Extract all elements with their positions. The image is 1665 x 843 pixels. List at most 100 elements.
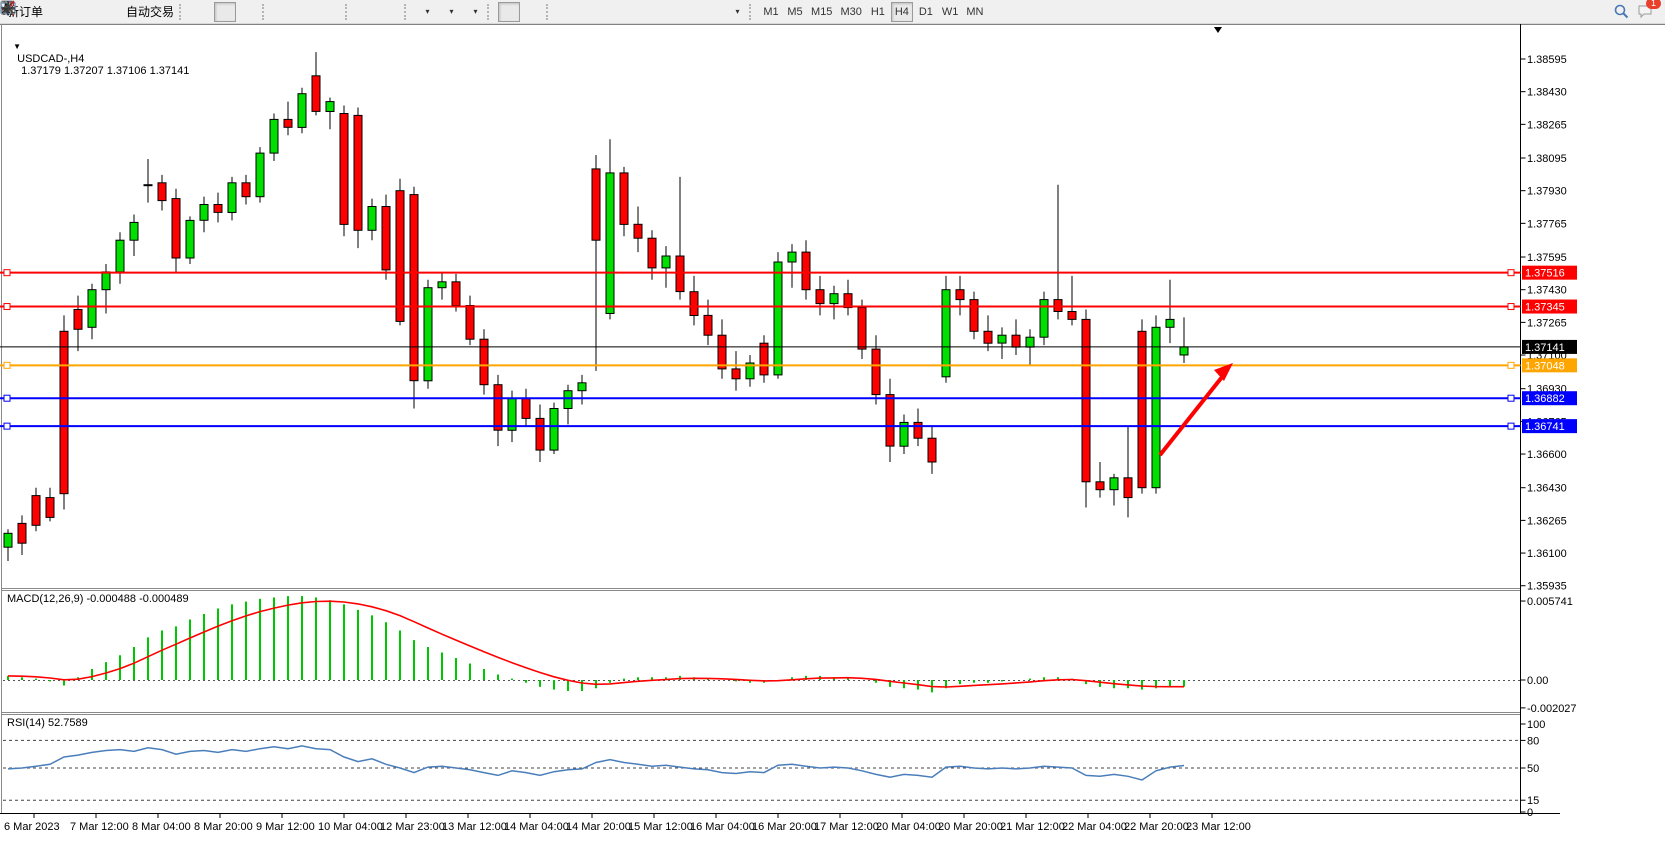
- line-handle[interactable]: [1508, 423, 1514, 429]
- candle: [298, 94, 306, 128]
- cursor-icon[interactable]: [498, 2, 520, 22]
- line-handle[interactable]: [4, 362, 10, 368]
- candle: [676, 256, 684, 292]
- candle: [32, 496, 40, 526]
- dropdown-arrow-icon[interactable]: ▾: [450, 7, 454, 16]
- line-handle[interactable]: [1508, 362, 1514, 368]
- text-icon[interactable]: A: [677, 2, 699, 22]
- candle: [1180, 347, 1188, 355]
- chart-shift-marker[interactable]: [1214, 27, 1222, 33]
- channel-icon[interactable]: [629, 2, 651, 22]
- timeframe-d1-button[interactable]: D1: [915, 2, 937, 22]
- candle: [998, 335, 1006, 343]
- dropdown-arrow-icon[interactable]: ▾: [736, 7, 740, 16]
- mt4-window: { "toolbar": { "new_order_label": "新订单",…: [0, 0, 1665, 843]
- candle: [116, 240, 124, 272]
- svg-text:1.38265: 1.38265: [1527, 119, 1567, 131]
- candle: [844, 294, 852, 308]
- candle: [634, 224, 642, 238]
- svg-text:15: 15: [1527, 795, 1539, 807]
- line-chart-icon[interactable]: [238, 2, 260, 22]
- line-handle[interactable]: [1508, 304, 1514, 310]
- dropdown-arrow-icon[interactable]: ▾: [426, 7, 430, 16]
- candle: [984, 331, 992, 343]
- candle: [46, 498, 54, 518]
- candle: [550, 409, 558, 451]
- timeframe-mn-button[interactable]: MN: [963, 2, 986, 22]
- candle: [648, 238, 656, 268]
- crosshair-icon[interactable]: [522, 2, 544, 22]
- candlestick-chart-icon[interactable]: [214, 2, 236, 22]
- period-clock-icon[interactable]: ▾: [439, 2, 461, 22]
- svg-text:1.38595: 1.38595: [1527, 54, 1567, 66]
- indicator-window-up-icon[interactable]: [356, 2, 378, 22]
- line-handle[interactable]: [4, 395, 10, 401]
- add-indicator-icon[interactable]: ▾: [415, 2, 437, 22]
- timeframe-m1-button[interactable]: M1: [760, 2, 782, 22]
- tile-windows-icon[interactable]: [321, 2, 343, 22]
- indicator-window-down-icon[interactable]: [380, 2, 402, 22]
- trendline-icon[interactable]: [605, 2, 627, 22]
- svg-text:1.37595: 1.37595: [1527, 252, 1567, 264]
- time-axis-label: 23 Mar 12:00: [1186, 821, 1251, 833]
- candle: [214, 205, 222, 213]
- time-axis-label: 16 Mar 04:00: [690, 821, 755, 833]
- chat-button[interactable]: 1: [1636, 2, 1658, 22]
- search-button[interactable]: [1612, 2, 1634, 22]
- time-axis-label: 17 Mar 12:00: [814, 821, 879, 833]
- svg-text:1.37765: 1.37765: [1527, 218, 1567, 230]
- svg-text:1.37930: 1.37930: [1527, 186, 1567, 198]
- toolbar-separator: [345, 4, 354, 20]
- profiles-icon[interactable]: [72, 2, 94, 22]
- toolbar-separator: [546, 4, 555, 20]
- fibonacci-icon[interactable]: F: [653, 2, 675, 22]
- template-icon[interactable]: ▾: [463, 2, 485, 22]
- line-handle[interactable]: [1508, 270, 1514, 276]
- vertical-line-icon[interactable]: [557, 2, 579, 22]
- zoom-out-icon[interactable]: [297, 2, 319, 22]
- candle: [956, 290, 964, 300]
- timeframe-m30-button[interactable]: M30: [837, 2, 864, 22]
- time-axis-label: 21 Mar 12:00: [1000, 821, 1065, 833]
- time-axis-label: 14 Mar 04:00: [504, 821, 569, 833]
- line-handle[interactable]: [4, 423, 10, 429]
- new-chart-icon[interactable]: [48, 2, 70, 22]
- candle: [102, 272, 110, 290]
- candle: [928, 438, 936, 462]
- bar-chart-icon[interactable]: [190, 2, 212, 22]
- candle: [816, 290, 824, 304]
- arrows-icon[interactable]: ▾: [725, 2, 747, 22]
- candle: [564, 391, 572, 409]
- candle: [228, 183, 236, 213]
- svg-text:1.38430: 1.38430: [1527, 87, 1567, 99]
- line-handle[interactable]: [4, 270, 10, 276]
- svg-text:1.37345: 1.37345: [1525, 302, 1565, 314]
- candle: [158, 183, 166, 201]
- timeframe-h4-button[interactable]: H4: [891, 2, 913, 22]
- candle: [200, 205, 208, 221]
- macd-signal-line: [8, 601, 1184, 687]
- zoom-in-icon[interactable]: [273, 2, 295, 22]
- dropdown-arrow-icon[interactable]: ▾: [474, 7, 478, 16]
- timeframe-w1-button[interactable]: W1: [939, 2, 962, 22]
- candle: [1012, 335, 1020, 347]
- broadcast-icon[interactable]: [96, 2, 118, 22]
- line-handle[interactable]: [4, 304, 10, 310]
- horizontal-line-icon[interactable]: [581, 2, 603, 22]
- candle: [802, 252, 810, 290]
- timeframe-m15-button[interactable]: M15: [808, 2, 835, 22]
- collapse-panel-arrow[interactable]: ▼: [13, 42, 21, 51]
- timeframe-h1-button[interactable]: H1: [867, 2, 889, 22]
- candle: [452, 282, 460, 306]
- auto-trading-button[interactable]: 自动交易: [120, 2, 177, 22]
- candle: [438, 282, 446, 288]
- svg-text:1.37516: 1.37516: [1525, 268, 1565, 280]
- line-handle[interactable]: [1508, 395, 1514, 401]
- candle: [522, 399, 530, 419]
- svg-text:0.005741: 0.005741: [1527, 596, 1573, 608]
- chart-canvas[interactable]: 1.385951.384301.382651.380951.379301.377…: [0, 0, 1665, 843]
- trend-arrow-annotation[interactable]: [1160, 363, 1233, 455]
- timeframe-m5-button[interactable]: M5: [784, 2, 806, 22]
- text-label-icon[interactable]: T: [701, 2, 723, 22]
- candle: [1096, 482, 1104, 490]
